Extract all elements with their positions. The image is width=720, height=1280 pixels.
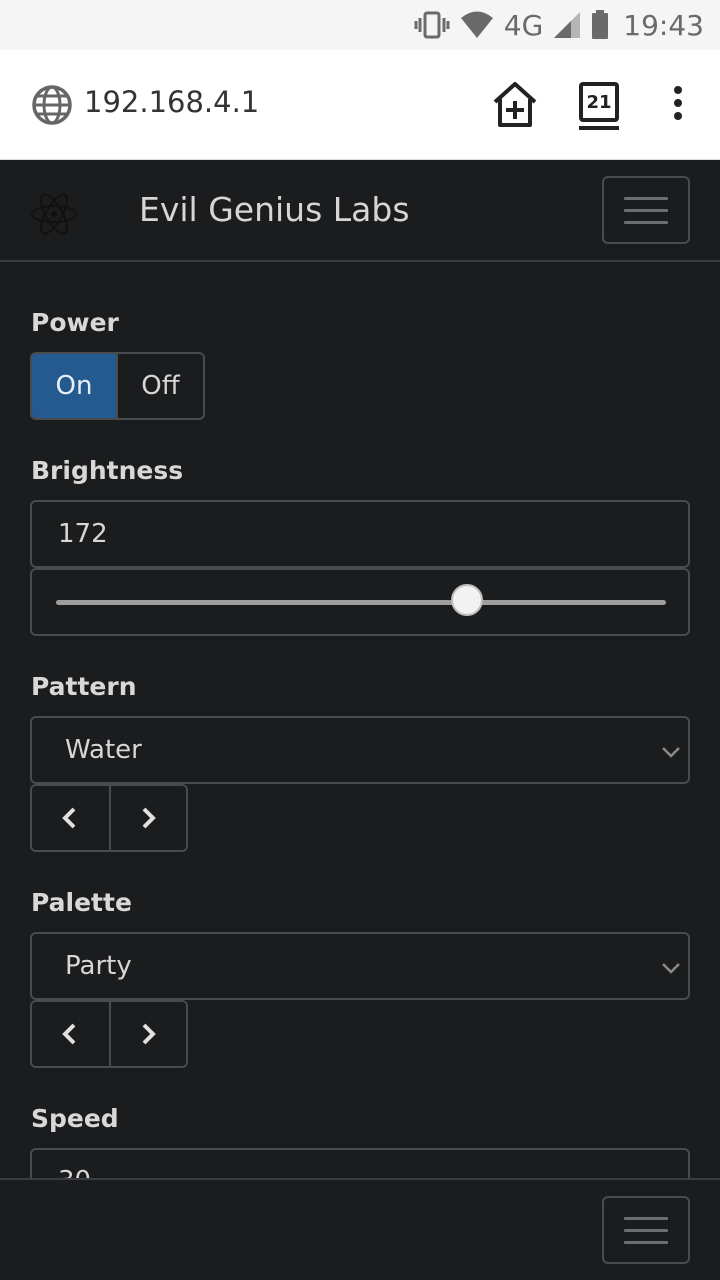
pattern-next-button[interactable]	[108, 786, 186, 850]
battery-icon	[591, 10, 609, 40]
speed-input[interactable]: 30	[30, 1148, 690, 1178]
power-label: Power	[31, 308, 119, 337]
globe-icon	[30, 83, 74, 127]
atom-logo-icon[interactable]	[30, 190, 78, 238]
power-toggle-group: On Off	[30, 352, 205, 420]
url-field[interactable]: 192.168.4.1	[84, 85, 259, 119]
overflow-menu-icon[interactable]	[668, 86, 688, 126]
status-bar: 4G 19:43	[0, 0, 720, 50]
palette-selected-value: Party	[65, 951, 132, 981]
add-home-icon[interactable]	[491, 80, 539, 130]
chevron-down-icon	[660, 956, 682, 978]
network-type: 4G	[503, 8, 544, 42]
tab-switcher-button[interactable]: 21	[579, 82, 619, 122]
brightness-slider[interactable]	[30, 568, 690, 636]
chevron-down-icon	[660, 740, 682, 762]
brand-title[interactable]: Evil Genius Labs	[139, 190, 410, 229]
pattern-selected-value: Water	[65, 735, 142, 765]
vibrate-icon	[414, 10, 450, 40]
pattern-select[interactable]: Water	[30, 716, 690, 784]
slider-track	[56, 600, 666, 605]
palette-previous-button[interactable]	[32, 1002, 109, 1066]
speed-label: Speed	[31, 1104, 119, 1133]
palette-label: Palette	[31, 888, 132, 917]
power-off-button[interactable]: Off	[116, 354, 203, 418]
power-on-button[interactable]: On	[32, 354, 116, 418]
chevron-left-icon	[62, 1023, 76, 1045]
pattern-previous-button[interactable]	[32, 786, 109, 850]
palette-nav-group	[30, 1000, 188, 1068]
pattern-label: Pattern	[31, 672, 137, 701]
palette-next-button[interactable]	[108, 1002, 186, 1066]
bottom-menu-button[interactable]	[602, 1196, 690, 1264]
pattern-nav-group	[30, 784, 188, 852]
tab-switcher-underline	[579, 126, 619, 130]
slider-thumb[interactable]	[451, 584, 484, 616]
signal-icon	[553, 11, 581, 39]
wifi-icon	[460, 11, 494, 39]
browser-toolbar: 192.168.4.1 21	[0, 50, 720, 160]
chevron-left-icon	[62, 807, 76, 829]
brightness-label: Brightness	[31, 456, 184, 485]
navbar-toggle-button[interactable]	[602, 176, 690, 244]
speed-clip: 30	[0, 1148, 720, 1178]
clock: 19:43	[623, 8, 704, 42]
brightness-input[interactable]: 172	[30, 500, 690, 568]
palette-select[interactable]: Party	[30, 932, 690, 1000]
chevron-right-icon	[143, 807, 157, 829]
chevron-right-icon	[143, 1023, 157, 1045]
